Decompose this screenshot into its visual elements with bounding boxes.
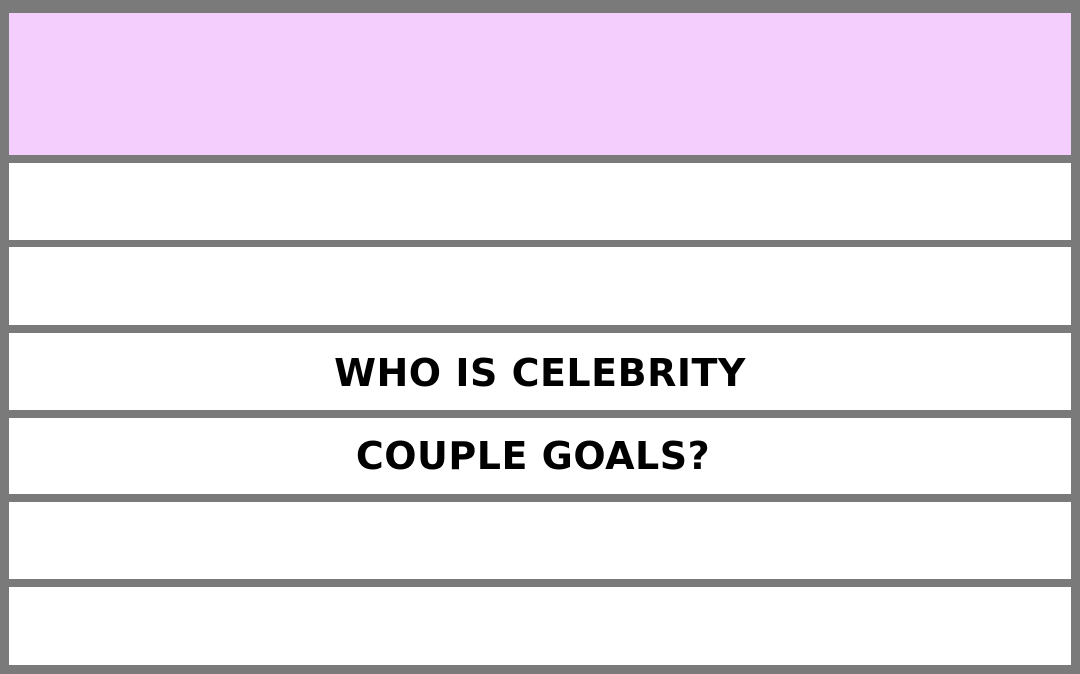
title-row-2: COUPLE GOALS?	[9, 418, 1071, 494]
blank-row	[9, 587, 1071, 665]
blank-row	[9, 502, 1071, 579]
title-line-1: WHO IS CELEBRITY	[334, 350, 746, 395]
blank-row	[9, 163, 1071, 240]
lined-card: WHO IS CELEBRITY COUPLE GOALS?	[0, 0, 1080, 674]
title-line-2: COUPLE GOALS?	[355, 434, 711, 478]
header-band	[9, 13, 1071, 155]
title-row-1: WHO IS CELEBRITY	[9, 333, 1071, 410]
blank-row	[9, 247, 1071, 325]
